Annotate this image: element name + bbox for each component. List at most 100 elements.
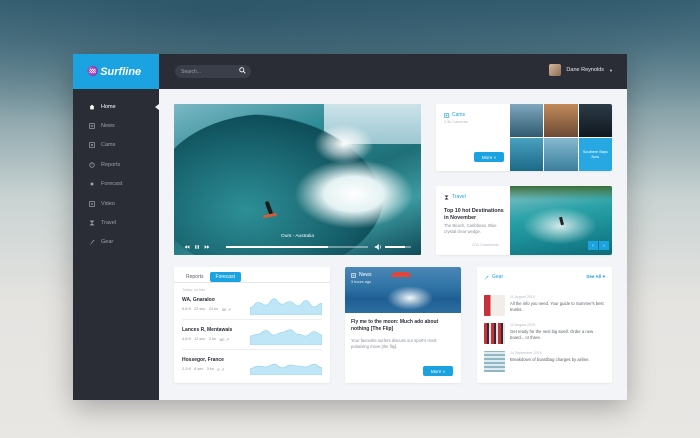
reports-meta: Today, no tide (182, 288, 206, 292)
gear-thumbnail[interactable] (484, 323, 505, 344)
gear-thumbnail[interactable] (484, 351, 505, 372)
news-more-button[interactable]: More » (423, 366, 453, 376)
gear-date: 14 September 2015 (510, 351, 542, 355)
travel-title[interactable]: Top 10 hot Destinations in November (444, 208, 508, 222)
reports-icon (89, 162, 95, 168)
cams-meta: 2.3k Cameras (444, 120, 468, 124)
spot-wind: 2 kn (208, 337, 217, 341)
sidebar-item-reports[interactable]: Reports (73, 155, 159, 174)
video-player[interactable]: Ours - Australia (174, 104, 421, 255)
cams-thumbnail-grid: Southern Bays Now (510, 104, 612, 171)
sidebar-item-forecast[interactable]: Forecast (73, 175, 159, 194)
spot-row[interactable]: Lances R, Mentawais 4-6 ft 12 sec 2 kn N… (182, 327, 232, 342)
fast-forward-icon[interactable] (204, 244, 210, 250)
spot-height: 4-6 ft (182, 337, 191, 341)
travel-icon (89, 220, 95, 226)
travel-image-foam (520, 206, 600, 246)
gear-label-text: Gear (492, 274, 504, 280)
gear-thumbnail[interactable] (484, 295, 505, 316)
sidebar-nav: Home News Cams Reports Forecast Video Tr… (73, 89, 159, 252)
reports-tabs: Reports Forecast (180, 272, 241, 282)
video-foam-spray (314, 124, 374, 164)
sidebar-item-gear[interactable]: Gear (73, 233, 159, 252)
gear-date: 11 August 2015 (510, 295, 535, 299)
news-description: Your favourite surfers discuss our sport… (351, 338, 437, 349)
sidebar-item-news[interactable]: News (73, 116, 159, 135)
cam-thumbnail-highlight[interactable]: Southern Bays Now (578, 138, 612, 171)
cams-label[interactable]: Cams (444, 112, 465, 118)
sidebar-item-label: Reports (101, 161, 121, 168)
video-progress-bar[interactable] (226, 246, 368, 248)
gear-list-item[interactable]: 12 August 2015 Get ready for the next bi… (484, 323, 606, 347)
gear-icon (90, 240, 95, 245)
video-progress-fill (226, 246, 329, 248)
spot-direction: NE ↗ (219, 338, 230, 342)
sidebar-item-travel[interactable]: Travel (73, 213, 159, 232)
spot-stats: 2-3 ft 8 sec 3 kn E ↗ (182, 367, 224, 372)
spot-row[interactable]: Hossegor, France 2-3 ft 8 sec 3 kn E ↗ (182, 357, 224, 372)
volume-slider[interactable] (385, 246, 411, 248)
news-image[interactable]: News 3 hours ago (345, 267, 461, 313)
row-divider (182, 349, 322, 350)
user-menu[interactable]: Dane Reynolds ▼ (549, 64, 613, 76)
spot-wind: 21 kn (208, 307, 219, 311)
gear-list-item[interactable]: 11 August 2015 All the info you need. Yo… (484, 295, 606, 319)
cam-thumbnail[interactable] (510, 138, 544, 171)
news-meta: 3 hours ago (351, 280, 372, 284)
sidebar-item-label: News (101, 123, 115, 130)
news-label[interactable]: News (351, 272, 372, 278)
travel-card: Travel Top 10 hot Destinations in Novemb… (436, 186, 612, 255)
spot-row[interactable]: WA, Gnaraloo 6-8 ft 22 sec 21 kn SE ↗ (182, 297, 231, 312)
pause-icon[interactable] (194, 244, 200, 250)
see-all-link[interactable]: See All ▾ (586, 274, 605, 280)
cam-thumbnail[interactable] (544, 104, 578, 137)
gear-label[interactable]: Gear (484, 274, 503, 280)
camera-icon (444, 112, 449, 118)
spot-name: Hossegor, France (182, 357, 224, 363)
wave-chart (250, 329, 322, 345)
home-icon (89, 104, 95, 110)
avatar[interactable] (549, 64, 562, 76)
travel-comments[interactable]: 2/11 Comments (472, 243, 499, 247)
search-input[interactable] (181, 68, 237, 75)
wave-area (250, 329, 322, 345)
gear-date: 12 August 2015 (510, 323, 535, 327)
tab-reports[interactable]: Reports (180, 272, 210, 282)
cam-thumbnail[interactable] (578, 104, 612, 137)
chevron-right-icon[interactable]: › (599, 241, 609, 250)
cam-thumbnail[interactable] (544, 138, 578, 171)
news-title[interactable]: Fly me to the moon: Much ado about nothi… (351, 319, 455, 333)
chevron-down-icon[interactable]: ▼ (609, 68, 613, 73)
user-name: Dane Reynolds (566, 67, 605, 73)
news-image-kite (391, 272, 411, 277)
sidebar-item-video[interactable]: Video (73, 194, 159, 213)
travel-label[interactable]: Travel (444, 194, 466, 200)
travel-image-shore (510, 186, 612, 200)
logo[interactable]: ♒ Surfline (73, 54, 159, 89)
search-box[interactable] (175, 65, 251, 78)
spot-name: Lances R, Mentawais (182, 327, 233, 333)
video-icon (89, 200, 95, 207)
chevron-left-icon[interactable]: ‹ (588, 241, 598, 250)
gear-list-item[interactable]: 14 September 2015 Breakdown of boardbag … (484, 351, 606, 375)
sidebar-item-label: Gear (101, 239, 114, 246)
cam-thumbnail[interactable] (510, 104, 544, 137)
news-card: News 3 hours ago Fly me to the moon: Muc… (345, 267, 461, 383)
travel-icon (444, 195, 449, 199)
spot-period: 22 sec (194, 307, 206, 311)
rewind-icon[interactable] (184, 244, 190, 250)
tab-forecast[interactable]: Forecast (209, 272, 241, 282)
news-label-text: News (359, 272, 372, 278)
row-divider (182, 319, 322, 320)
sidebar-item-label: Video (101, 200, 115, 207)
app-window: ♒ Surfline Dane Reynolds ▼ Home News (73, 54, 627, 400)
spot-period: 12 sec (194, 337, 206, 341)
spot-stats: 6-8 ft 22 sec 21 kn SE ↗ (182, 307, 231, 312)
spot-name: WA, Gnaraloo (182, 297, 215, 303)
cams-more-button[interactable]: More » (474, 152, 504, 162)
search-icon[interactable] (239, 67, 246, 74)
sidebar-item-cams[interactable]: Cams (73, 136, 159, 155)
news-icon (89, 123, 95, 129)
volume-icon[interactable] (374, 243, 382, 251)
sidebar-item-home[interactable]: Home (73, 97, 159, 116)
